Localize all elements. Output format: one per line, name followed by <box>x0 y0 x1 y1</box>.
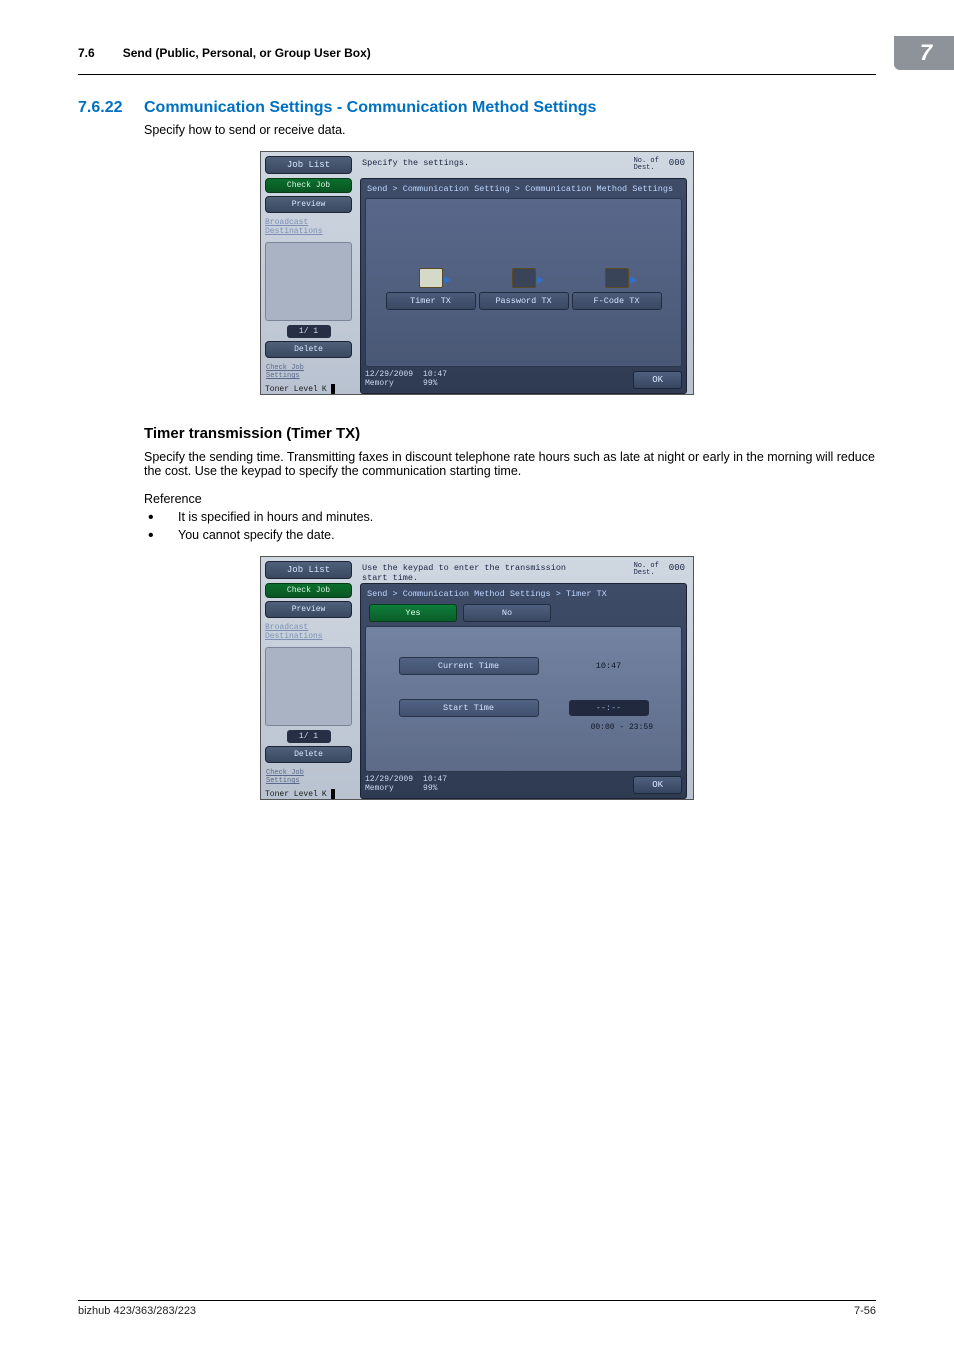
screenshot-timer-tx: Job List Check Job Preview Broadcast Des… <box>260 556 694 800</box>
heading-2: 7.6.22 Communication Settings - Communic… <box>78 99 876 117</box>
prompt-text: Use the keypad to enter the transmission… <box>362 563 566 581</box>
preview-button[interactable]: Preview <box>265 196 352 213</box>
check-job-settings-link[interactable]: Check Job Settings <box>266 769 352 785</box>
fcode-tx-label: F-Code TX <box>572 292 662 310</box>
breadcrumb: Send > Communication Method Settings > T… <box>365 587 682 603</box>
destinations-list <box>265 242 352 321</box>
list-page-indicator: 1/ 1 <box>287 325 331 338</box>
screenshot-left-panel: Job List Check Job Preview Broadcast Des… <box>261 152 356 394</box>
intro-paragraph: Specify how to send or receive data. <box>144 123 876 137</box>
dest-count-value: 000 <box>669 563 685 573</box>
footer-page-number: 7-56 <box>854 1305 876 1317</box>
job-list-button[interactable]: Job List <box>265 156 352 174</box>
fcode-tx-option[interactable]: F-Code TX <box>572 268 662 310</box>
preview-button[interactable]: Preview <box>265 601 352 618</box>
password-icon <box>512 268 536 288</box>
footer-product-name: bizhub 423/363/283/223 <box>78 1305 196 1317</box>
timer-icon <box>419 268 443 288</box>
toner-level-k: K <box>322 385 327 394</box>
screenshot-comm-method-settings: Job List Check Job Preview Broadcast Des… <box>260 151 694 395</box>
list-item: • It is specified in hours and minutes. <box>144 510 876 526</box>
breadcrumb: Send > Communication Setting > Communica… <box>365 182 682 198</box>
toner-level-indicator: Toner Level K <box>265 384 352 394</box>
time-range-hint: 00:00 - 23:59 <box>366 723 653 732</box>
page-footer: bizhub 423/363/283/223 7-56 <box>78 1300 876 1317</box>
dest-count-value: 000 <box>669 158 685 168</box>
start-time-label: Start Time <box>399 699 539 717</box>
ok-button[interactable]: OK <box>633 371 682 389</box>
heading-3: Timer transmission (Timer TX) <box>144 425 876 442</box>
bullet-icon: • <box>144 528 178 544</box>
toner-level-label: Toner Level <box>265 385 318 394</box>
dest-count-label: No. of Dest. <box>634 158 659 172</box>
toner-level-label: Toner Level <box>265 790 318 799</box>
password-tx-option[interactable]: Password TX <box>479 268 569 310</box>
start-time-input[interactable]: --:-- <box>569 700 649 716</box>
toner-bar-icon <box>331 789 335 799</box>
password-tx-label: Password TX <box>479 292 569 310</box>
toner-level-indicator: Toner Level K <box>265 789 352 799</box>
heading-2-number: 7.6.22 <box>78 99 144 117</box>
prompt-text: Specify the settings. <box>362 158 469 176</box>
check-job-settings-link[interactable]: Check Job Settings <box>266 364 352 380</box>
bullet-text: You cannot specify the date. <box>178 528 335 544</box>
dest-count-label: No. of Dest. <box>634 563 659 577</box>
fcode-icon <box>605 268 629 288</box>
check-job-button[interactable]: Check Job <box>265 178 352 193</box>
check-job-button[interactable]: Check Job <box>265 583 352 598</box>
toner-level-k: K <box>322 790 327 799</box>
reference-label: Reference <box>144 492 876 506</box>
yes-tab[interactable]: Yes <box>369 604 457 622</box>
destinations-list <box>265 647 352 726</box>
delete-button[interactable]: Delete <box>265 341 352 358</box>
footer-memory-label: Memory <box>365 380 413 389</box>
timer-tx-label: Timer TX <box>386 292 476 310</box>
footer-memory-value: 99% <box>423 380 447 389</box>
footer-memory-value: 99% <box>423 785 447 794</box>
current-time-value: 10:47 <box>569 661 649 671</box>
heading-2-title: Communication Settings - Communication M… <box>144 99 596 117</box>
timer-paragraph: Specify the sending time. Transmitting f… <box>144 450 876 478</box>
timer-tx-option[interactable]: Timer TX <box>386 268 476 310</box>
bullet-text: It is specified in hours and minutes. <box>178 510 373 526</box>
no-tab[interactable]: No <box>463 604 551 622</box>
header-section-number: 7.6 <box>78 46 95 60</box>
bullet-icon: • <box>144 510 178 526</box>
current-time-label: Current Time <box>399 657 539 675</box>
broadcast-destinations-label: Broadcast Destinations <box>265 218 352 236</box>
reference-bullets: • It is specified in hours and minutes. … <box>144 510 876 544</box>
ok-button[interactable]: OK <box>633 776 682 794</box>
list-page-indicator: 1/ 1 <box>287 730 331 743</box>
header-section-title: Send (Public, Personal, or Group User Bo… <box>123 46 894 60</box>
list-item: • You cannot specify the date. <box>144 528 876 544</box>
screenshot-left-panel: Job List Check Job Preview Broadcast Des… <box>261 557 356 799</box>
job-list-button[interactable]: Job List <box>265 561 352 579</box>
delete-button[interactable]: Delete <box>265 746 352 763</box>
page-header: 7.6 Send (Public, Personal, or Group Use… <box>78 36 876 75</box>
chapter-badge: 7 <box>894 36 954 70</box>
toner-bar-icon <box>331 384 335 394</box>
broadcast-destinations-label: Broadcast Destinations <box>265 623 352 641</box>
footer-memory-label: Memory <box>365 785 413 794</box>
